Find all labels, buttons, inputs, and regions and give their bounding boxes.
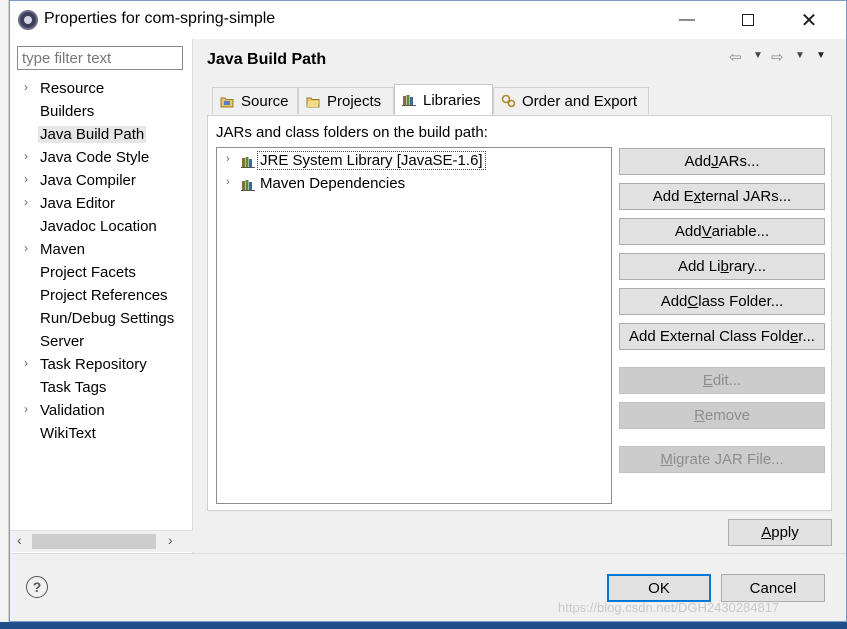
window-title: Properties for com-spring-simple (44, 10, 276, 27)
libraries-tab-panel: JARs and class folders on the build path… (207, 115, 832, 511)
library-entry-maven-dependencies[interactable]: › Maven Dependencies (217, 173, 611, 195)
forward-arrow-icon[interactable]: ⇨ (771, 48, 784, 66)
library-entry-jre[interactable]: › JRE System Library [JavaSE-1.6] (217, 150, 611, 172)
tree-item-javadoc-location[interactable]: Javadoc Location (10, 216, 188, 239)
tree-item-resource[interactable]: › Resource (10, 78, 188, 101)
tree-item-wikitext[interactable]: WikiText (10, 423, 188, 446)
add-external-class-folder-button[interactable]: Add External Class Fold e r... (619, 323, 825, 350)
scroll-left-icon[interactable]: ‹ (17, 532, 22, 548)
add-variable-button[interactable]: Add Variable... (619, 218, 825, 245)
tree-item-maven[interactable]: › Maven (10, 239, 188, 262)
chevron-right-icon[interactable]: › (24, 149, 28, 163)
ok-button[interactable]: OK (607, 574, 711, 602)
chevron-right-icon[interactable]: › (24, 80, 28, 94)
tree-item-run-debug-settings[interactable]: Run/Debug Settings (10, 308, 188, 331)
remove-button[interactable]: Remove (619, 402, 825, 429)
project-folder-icon (305, 94, 321, 108)
filter-input[interactable] (17, 46, 183, 70)
minimize-button[interactable]: — (664, 1, 710, 39)
add-library-button[interactable]: Add Li b rary... (619, 253, 825, 280)
tree-item-task-repository[interactable]: › Task Repository (10, 354, 188, 377)
libraries-tree[interactable]: › JRE System Library [JavaSE-1.6] › Mave… (216, 147, 612, 504)
library-icon (241, 155, 255, 168)
maximize-icon (742, 14, 754, 26)
add-external-jars-button[interactable]: Add Ex ternal JARs... (619, 183, 825, 210)
add-jars-button[interactable]: Add J ARs... (619, 148, 825, 175)
footer-separator (10, 553, 846, 554)
page-title: Java Build Path (207, 51, 327, 68)
apply-button[interactable]: Apply (728, 519, 832, 546)
chevron-right-icon[interactable]: › (24, 241, 28, 255)
source-folder-icon (219, 94, 235, 108)
back-arrow-icon[interactable]: ⇦ (729, 48, 742, 66)
tree-item-java-build-path[interactable]: Java Build Path (10, 124, 188, 147)
tree-item-task-tags[interactable]: Task Tags (10, 377, 188, 400)
tab-order-and-export[interactable]: Order and Export (493, 87, 649, 114)
tree-item-server[interactable]: Server (10, 331, 188, 354)
chevron-right-icon[interactable]: › (24, 195, 28, 209)
tab-libraries[interactable]: Libraries (394, 84, 493, 115)
back-history-dropdown-icon[interactable]: ▼ (753, 50, 763, 61)
tree-item-java-compiler[interactable]: › Java Compiler (10, 170, 188, 193)
maximize-button[interactable] (725, 1, 771, 39)
watermark: https://blog.csdn.net/DGH2430284817 (558, 600, 780, 615)
tab-projects[interactable]: Projects (298, 87, 394, 114)
tree-item-validation[interactable]: › Validation (10, 400, 188, 423)
tree-item-project-facets[interactable]: Project Facets (10, 262, 188, 285)
scroll-right-icon[interactable]: › (168, 532, 173, 548)
edit-button[interactable]: Edit... (619, 367, 825, 394)
tree-horizontal-scrollbar[interactable]: ‹ › (10, 530, 193, 552)
scrollbar-thumb[interactable] (32, 534, 156, 549)
close-button[interactable]: ✕ (786, 1, 832, 39)
library-icon (241, 178, 255, 191)
chevron-right-icon[interactable]: › (24, 402, 28, 416)
title-bar[interactable]: Properties for com-spring-simple — ✕ (10, 1, 846, 39)
chevron-right-icon[interactable]: › (226, 153, 230, 165)
migrate-jar-file-button[interactable]: Migrate JAR File... (619, 446, 825, 473)
tab-source[interactable]: Source (212, 87, 298, 114)
libraries-label: JARs and class folders on the build path… (216, 124, 488, 141)
eclipse-app-icon (18, 10, 38, 30)
cancel-button[interactable]: Cancel (721, 574, 825, 602)
chevron-right-icon[interactable]: › (24, 356, 28, 370)
order-export-icon (500, 94, 516, 108)
properties-dialog: Properties for com-spring-simple — ✕ ›Re… (9, 0, 847, 622)
background-ide-edge (0, 0, 9, 629)
tree-item-builders[interactable]: Builders (10, 101, 188, 124)
help-icon[interactable]: ? (26, 576, 48, 598)
chevron-right-icon[interactable]: › (226, 176, 230, 188)
forward-history-dropdown-icon[interactable]: ▼ (795, 50, 805, 61)
chevron-right-icon[interactable]: › (24, 172, 28, 186)
tree-item-java-editor[interactable]: › Java Editor (10, 193, 188, 216)
property-page-tree-pane: ›Resource Builders Java Build Path ›Java… (10, 39, 193, 553)
library-books-icon (401, 93, 417, 107)
tree-item-project-references[interactable]: Project References (10, 285, 188, 308)
tree-item-java-code-style[interactable]: › Java Code Style (10, 147, 188, 170)
background-ide-console (0, 622, 847, 629)
view-menu-icon[interactable]: ▼ (816, 50, 826, 61)
add-class-folder-button[interactable]: Add Class Folder... (619, 288, 825, 315)
